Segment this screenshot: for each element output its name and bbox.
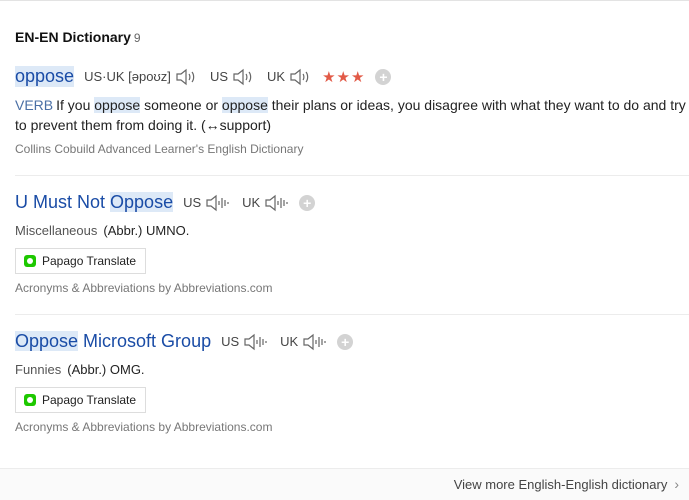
pronunciation-uk: UK [242,194,289,212]
headword-link[interactable]: U Must Not Oppose [15,192,174,213]
part-of-speech: VERB [15,97,54,113]
dictionary-source: Acronyms & Abbreviations by Abbreviation… [15,420,273,434]
speaker-icon[interactable] [303,333,327,351]
frequency-stars: ★★★ [322,68,366,86]
headword-link[interactable]: Oppose Microsoft Group [15,331,211,352]
speaker-icon[interactable] [206,194,230,212]
top-border [0,0,689,1]
plus-icon[interactable]: + [375,68,392,85]
dictionary-entry-umno: U Must Not Oppose US UK + Miscellaneous(… [15,192,689,295]
papago-translate-button[interactable]: Papago Translate [15,387,147,413]
pronunciation-uk: UK [267,68,312,86]
pronunciation-uk: UK [280,333,327,351]
entry-meaning: Miscellaneous (Abbr.) UMNO. [15,223,190,238]
result-count: 9 [133,31,141,45]
divider [15,314,689,315]
dictionary-entry-omg: Oppose Microsoft Group US UK + Funnies (A… [15,331,689,434]
section-title: EN-EN Dictionary [15,29,131,45]
footer-bar: View more English-English dictionary › [0,468,689,500]
entry-meaning: Funnies (Abbr.) OMG. [15,362,145,377]
dictionary-source: Acronyms & Abbreviations by Abbreviation… [15,281,273,295]
plus-icon[interactable]: + [337,333,354,350]
view-more-link[interactable]: View more English-English dictionary › [454,476,679,492]
pronunciation-us: US [221,333,268,351]
papago-logo-icon [24,255,36,267]
speaker-icon[interactable] [290,68,312,86]
chevron-right-icon: › [674,476,679,492]
dictionary-source: Collins Cobuild Advanced Learner's Engli… [15,142,304,156]
headword-link[interactable]: oppose [15,66,75,87]
section-header: EN-EN Dictionary 9 [15,29,141,45]
divider [15,175,689,176]
plus-icon[interactable]: + [299,194,316,211]
category-tag: Miscellaneous [15,223,98,238]
papago-logo-icon [24,394,36,406]
speaker-icon[interactable] [244,333,268,351]
speaker-icon[interactable] [233,68,255,86]
pronunciation-us: US [183,194,230,212]
speaker-icon[interactable] [265,194,289,212]
definition: VERB If you oppose someone or oppose thei… [15,97,686,133]
papago-translate-button[interactable]: Papago Translate [15,248,147,274]
pronunciation-us: US [210,68,255,86]
pronunciation-us-uk: US·UK [əpoʊz] [84,68,198,86]
category-tag: Funnies [15,362,62,377]
dictionary-entry-oppose: oppose US·UK [əpoʊz] US UK ★★★ + VERB If … [15,66,689,156]
speaker-icon[interactable] [176,68,198,86]
